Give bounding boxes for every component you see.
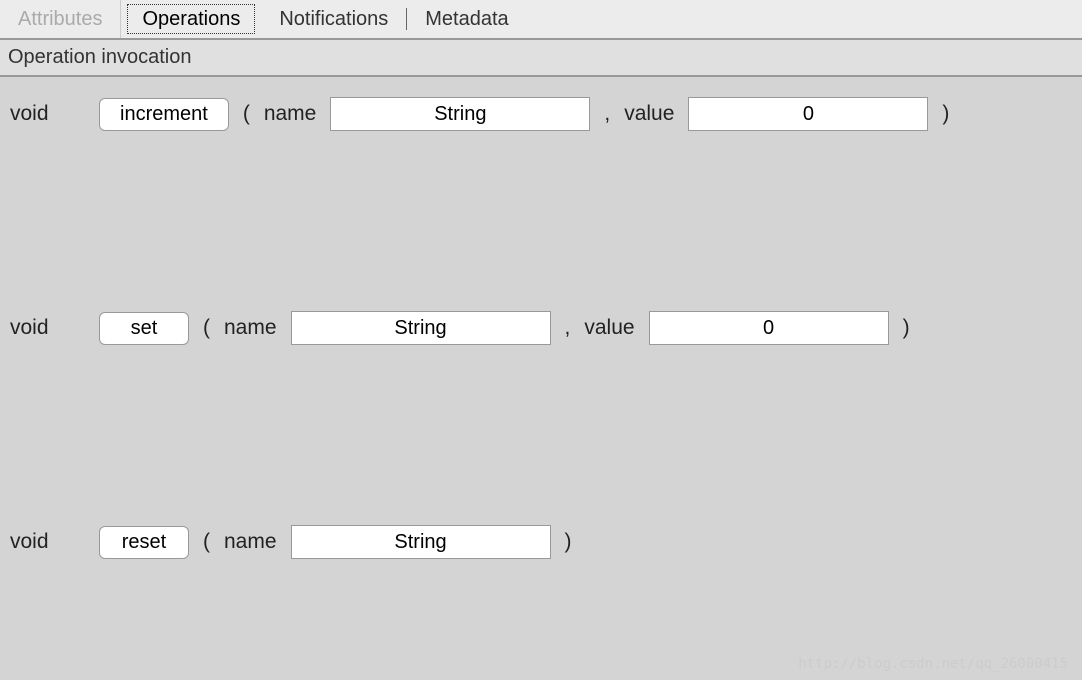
tab-metadata[interactable]: Metadata <box>407 0 526 38</box>
operation-row-set: void set ( name , value ) <box>10 311 1072 345</box>
param-input-value[interactable] <box>649 311 889 345</box>
tab-operations[interactable]: Operations <box>127 4 255 34</box>
reset-button[interactable]: reset <box>99 526 189 559</box>
close-paren: ) <box>903 316 910 340</box>
comma: , <box>565 316 571 340</box>
param-label-value: value <box>584 316 634 340</box>
open-paren: ( <box>243 102 250 126</box>
param-label-value: value <box>624 102 674 126</box>
comma: , <box>604 102 610 126</box>
tab-bar: Attributes Operations Notifications Meta… <box>0 0 1082 40</box>
param-input-name[interactable] <box>291 311 551 345</box>
param-label-name: name <box>264 102 317 126</box>
param-input-value[interactable] <box>688 97 928 131</box>
increment-button[interactable]: increment <box>99 98 229 131</box>
return-type: void <box>10 530 85 554</box>
open-paren: ( <box>203 316 210 340</box>
close-paren: ) <box>565 530 572 554</box>
param-label-name: name <box>224 316 277 340</box>
operation-row-increment: void increment ( name , value ) <box>10 97 1072 131</box>
panel-title-label: Operation invocation <box>8 46 199 68</box>
close-paren: ) <box>942 102 949 126</box>
tab-attributes[interactable]: Attributes <box>0 0 121 38</box>
return-type: void <box>10 102 85 126</box>
operations-panel: void increment ( name , value ) void set… <box>0 77 1082 619</box>
watermark: http://blog.csdn.net/qq_26000415 <box>798 656 1068 672</box>
set-button[interactable]: set <box>99 312 189 345</box>
param-label-name: name <box>224 530 277 554</box>
return-type: void <box>10 316 85 340</box>
open-paren: ( <box>203 530 210 554</box>
operation-row-reset: void reset ( name ) <box>10 525 1072 559</box>
tab-notifications[interactable]: Notifications <box>261 0 406 38</box>
panel-title: Operation invocation <box>0 40 1082 77</box>
param-input-name[interactable] <box>291 525 551 559</box>
param-input-name[interactable] <box>330 97 590 131</box>
